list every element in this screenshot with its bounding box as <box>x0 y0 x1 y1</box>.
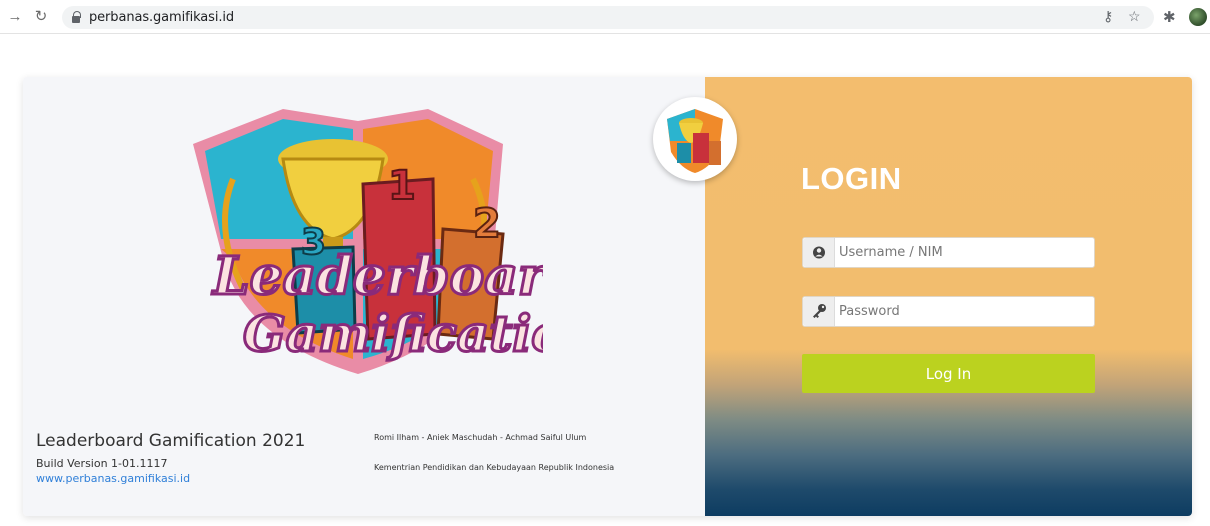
branding-panel: 1 2 3 Leaderboard Gamification Leaderboa… <box>23 77 705 516</box>
leaderboard-logo: 1 2 3 Leaderboard Gamification <box>173 89 602 379</box>
puzzle-icon[interactable]: ✱ <box>1163 8 1176 26</box>
star-icon[interactable]: ☆ <box>1128 8 1141 25</box>
website-link[interactable]: www.perbanas.gamifikasi.id <box>36 472 190 485</box>
logo-badge <box>653 97 737 181</box>
podium-2-label: 2 <box>473 201 501 247</box>
address-bar[interactable]: perbanas.gamifikasi.id ⚷ ☆ <box>62 6 1154 29</box>
login-title: LOGIN <box>801 161 902 196</box>
key-icon <box>813 304 826 318</box>
user-icon <box>813 246 825 259</box>
logo-title-line1: Leaderboard <box>211 246 543 307</box>
browser-toolbar: → ↻ perbanas.gamifikasi.id ⚷ ☆ ✱ <box>0 0 1210 34</box>
ministry-text: Kementrian Pendidikan dan Kebudayaan Rep… <box>374 463 615 472</box>
username-input[interactable] <box>839 238 1091 267</box>
podium-1-label: 1 <box>388 163 416 209</box>
profile-avatar[interactable] <box>1189 8 1207 26</box>
key-icon[interactable]: ⚷ <box>1103 8 1113 25</box>
key-icon-addon <box>803 297 835 326</box>
url-text: perbanas.gamifikasi.id <box>89 10 235 25</box>
app-title: Leaderboard Gamification 2021 <box>36 431 306 451</box>
build-version: Build Version 1-01.1117 <box>36 457 168 470</box>
username-field[interactable] <box>802 237 1095 268</box>
authors-text: Romi Ilham - Aniek Maschudah - Achmad Sa… <box>374 433 587 442</box>
password-field[interactable] <box>802 296 1095 327</box>
back-arrow-icon[interactable]: → <box>6 8 24 26</box>
reload-icon[interactable]: ↻ <box>32 8 50 26</box>
logo-image: 1 2 3 Leaderboard Gamification <box>193 109 602 374</box>
login-button[interactable]: Log In <box>802 354 1095 393</box>
logo-badge-image <box>667 109 723 173</box>
password-input[interactable] <box>839 297 1091 326</box>
lock-icon[interactable] <box>72 11 81 23</box>
user-icon-addon <box>803 238 835 267</box>
logo-title-line2: Gamification <box>243 304 543 363</box>
